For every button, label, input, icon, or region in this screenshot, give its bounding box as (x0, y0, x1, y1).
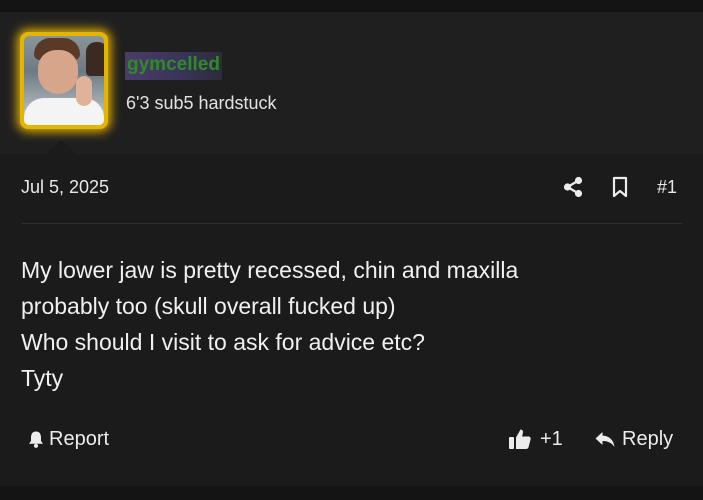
thumbs-up-icon (509, 429, 531, 449)
avatar-hand (76, 76, 92, 106)
post-body-line: My lower jaw is pretty recessed, chin an… (21, 257, 519, 283)
bottom-strip (0, 486, 703, 500)
avatar-shirt (24, 98, 104, 125)
report-button[interactable]: Report (26, 426, 109, 452)
bookmark-button[interactable] (610, 176, 630, 198)
reply-label: Reply (622, 427, 674, 450)
author-panel: gymcelled 6'3 sub5 hardstuck (0, 12, 703, 154)
panel-pointer (46, 140, 76, 154)
post-number-link[interactable]: #1 (657, 177, 677, 198)
share-button[interactable] (562, 176, 584, 198)
report-label: Report (49, 427, 110, 450)
reply-button[interactable]: Reply (594, 426, 673, 452)
post-body-line: Tyty (21, 365, 64, 391)
share-icon (563, 176, 583, 198)
post-body-line: probably too (skull overall fucked up) (21, 293, 396, 319)
avatar[interactable] (20, 32, 108, 129)
post-header-divider (21, 223, 682, 224)
post-date[interactable]: Jul 5, 2025 (21, 177, 109, 198)
top-strip (0, 0, 703, 12)
avatar-photo (24, 36, 104, 125)
post-body: My lower jaw is pretty recessed, chin an… (21, 252, 681, 396)
user-title: 6'3 sub5 hardstuck (126, 93, 277, 113)
reply-arrow-icon (595, 432, 615, 447)
bookmark-icon (612, 176, 628, 198)
post-body-line: Who should I visit to ask for advice etc… (21, 329, 425, 355)
avatar-background-person (86, 42, 104, 76)
avatar-face (38, 50, 78, 94)
bell-icon (29, 431, 43, 448)
like-button[interactable]: +1 (508, 426, 563, 452)
username-link[interactable]: gymcelled (125, 52, 222, 80)
like-count: +1 (540, 427, 563, 450)
